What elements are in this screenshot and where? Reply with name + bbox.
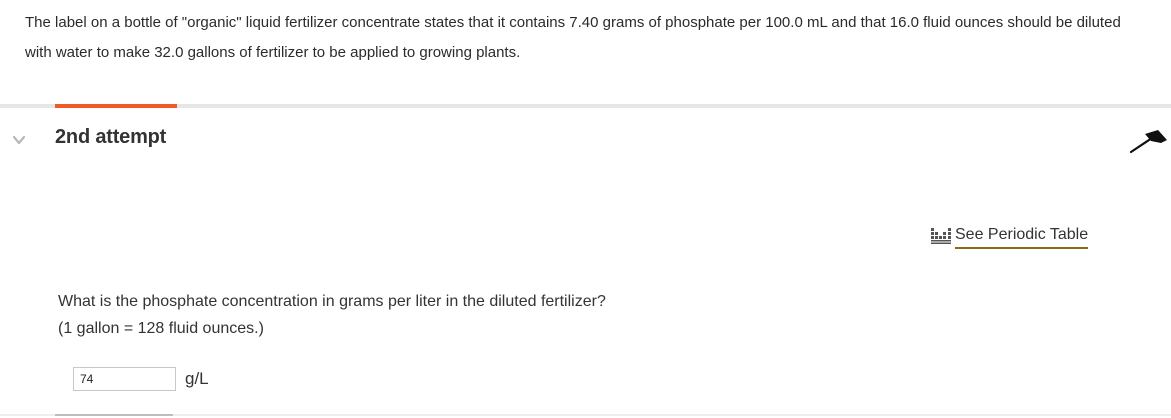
bottom-divider-accent <box>55 414 173 416</box>
question-text: What is the phosphate concentration in g… <box>58 288 606 342</box>
answer-input[interactable] <box>73 367 176 391</box>
see-periodic-table-link[interactable]: See Periodic Table <box>931 226 1089 249</box>
periodic-table-icon <box>931 228 951 244</box>
bottom-divider <box>0 414 1171 416</box>
problem-page: The label on a bottle of "organic" liqui… <box>0 0 1171 418</box>
question-hint: (1 gallon = 128 fluid ounces.) <box>58 320 264 337</box>
question-line: What is the phosphate concentration in g… <box>58 293 606 310</box>
attempt-accent-bar <box>55 104 177 108</box>
problem-statement: The label on a bottle of "organic" liqui… <box>25 14 1121 61</box>
attempt-title: 2nd attempt <box>55 126 167 148</box>
chevron-down-icon[interactable] <box>12 133 26 147</box>
unit-label: g/L <box>185 369 209 388</box>
see-periodic-table-label[interactable]: See Periodic Table <box>955 226 1089 249</box>
pin-icon[interactable] <box>1128 127 1168 157</box>
